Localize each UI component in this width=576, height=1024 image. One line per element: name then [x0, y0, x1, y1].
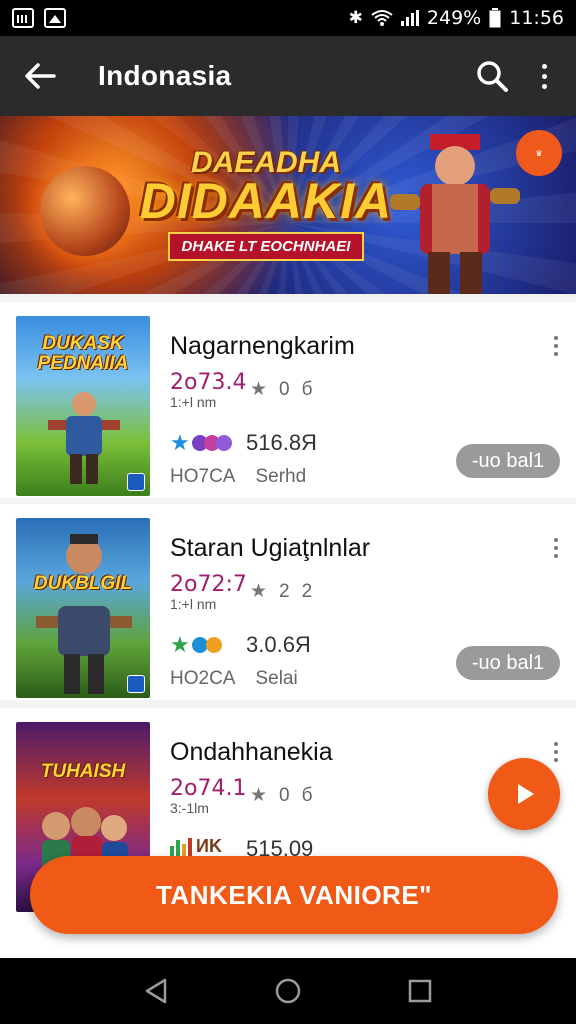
system-nav-bar [0, 958, 576, 1024]
item-menu-icon[interactable] [554, 538, 558, 558]
more-vert-icon[interactable] [520, 48, 568, 104]
star-icon: ★ [170, 632, 190, 657]
promo-banner[interactable]: DAEADHA DIDAAKIA DHAKE LT EOCHNHAEI ♛ [0, 116, 576, 294]
star-icon: ★ [250, 581, 268, 602]
signal-icon [400, 10, 419, 26]
category-icons: ★ [170, 430, 232, 456]
banner-badge-icon: ♛ [516, 130, 562, 176]
category-icons: ★ [170, 632, 222, 658]
star-icon: ★ [250, 379, 268, 400]
planet-graphic [40, 166, 130, 256]
game-name: Ondahhanekia [170, 738, 333, 766]
item-menu-icon[interactable] [554, 742, 558, 762]
game-size: 516.8Я [246, 430, 317, 455]
badge-icon [205, 637, 222, 653]
game-rating: ★ 0 б [250, 784, 313, 807]
game-meta: HO7CA Serhd [170, 466, 307, 487]
game-date: 2o73.4 [170, 370, 247, 395]
bar-chart-icon [170, 837, 192, 856]
game-time: 1:+l nm [170, 394, 217, 410]
game-thumbnail: DUKASK PEDNAIIA [16, 316, 150, 496]
game-rating: ★ 2 2 [250, 580, 313, 603]
clock: 11:56 [509, 7, 564, 29]
play-icon [518, 784, 534, 804]
battery-level: 249% [426, 7, 482, 29]
item-action-button[interactable]: -uo bal1 [456, 444, 560, 478]
star-icon: ★ [250, 785, 268, 806]
game-name: Staran Ugiaţnlnlar [170, 534, 371, 562]
game-name: Nagarnengkarim [170, 332, 355, 360]
game-date: 2o72:7 [170, 572, 247, 597]
battery-icon [489, 8, 501, 28]
list-item[interactable]: DUKBLGIL Staran Ugiaţnlnlar 2o72:7 1:+l … [0, 504, 576, 700]
nav-back-icon[interactable] [128, 963, 184, 1019]
list-item[interactable]: DUKASK PEDNAIIA Nagarnengkarim 2o73.4 1:… [0, 302, 576, 498]
back-arrow-icon[interactable] [12, 48, 68, 104]
banner-tagline: DHAKE LT EOCHNHAEI [167, 232, 365, 261]
chart-icon [12, 8, 34, 28]
game-date: 2o74.1 [170, 776, 247, 801]
game-meta: HO2CA Selai [170, 668, 298, 689]
status-bar: ✱ 249% 11:56 [0, 0, 576, 36]
game-rating: ★ 0 б [250, 378, 313, 401]
nav-recents-icon[interactable] [392, 963, 448, 1019]
badge-icon: ИK [196, 836, 222, 856]
app-bar: Indonasia [0, 36, 576, 116]
game-time: 1:+l nm [170, 596, 217, 612]
game-time: 3:-1lm [170, 800, 209, 816]
category-icons: ИK [170, 836, 222, 857]
bluetooth-icon: ✱ [348, 8, 363, 28]
game-size: 3.0.6Я [246, 632, 311, 657]
thumbnail-title: DUKASK PEDNAIIA [37, 333, 129, 374]
banner-title-block: DAEADHA DIDAAKIA DHAKE LT EOCHNHAEI [136, 146, 396, 261]
game-thumbnail: DUKBLGIL [16, 518, 150, 698]
page-title: Indonasia [98, 60, 232, 91]
primary-action-button[interactable]: TANKEKIA VANIORE" [30, 856, 558, 934]
search-icon[interactable] [464, 48, 520, 104]
item-action-button[interactable]: -uo bal1 [456, 646, 560, 680]
star-icon: ★ [170, 430, 190, 455]
nav-home-icon[interactable] [260, 963, 316, 1019]
badge-icon [215, 435, 232, 451]
item-menu-icon[interactable] [554, 336, 558, 356]
play-fab-button[interactable] [488, 758, 560, 830]
banner-title-big: DIDAAKIA [139, 173, 393, 229]
thumbnail-title: TUHAISH [40, 761, 126, 782]
image-icon [44, 8, 66, 28]
wifi-icon [371, 10, 393, 26]
